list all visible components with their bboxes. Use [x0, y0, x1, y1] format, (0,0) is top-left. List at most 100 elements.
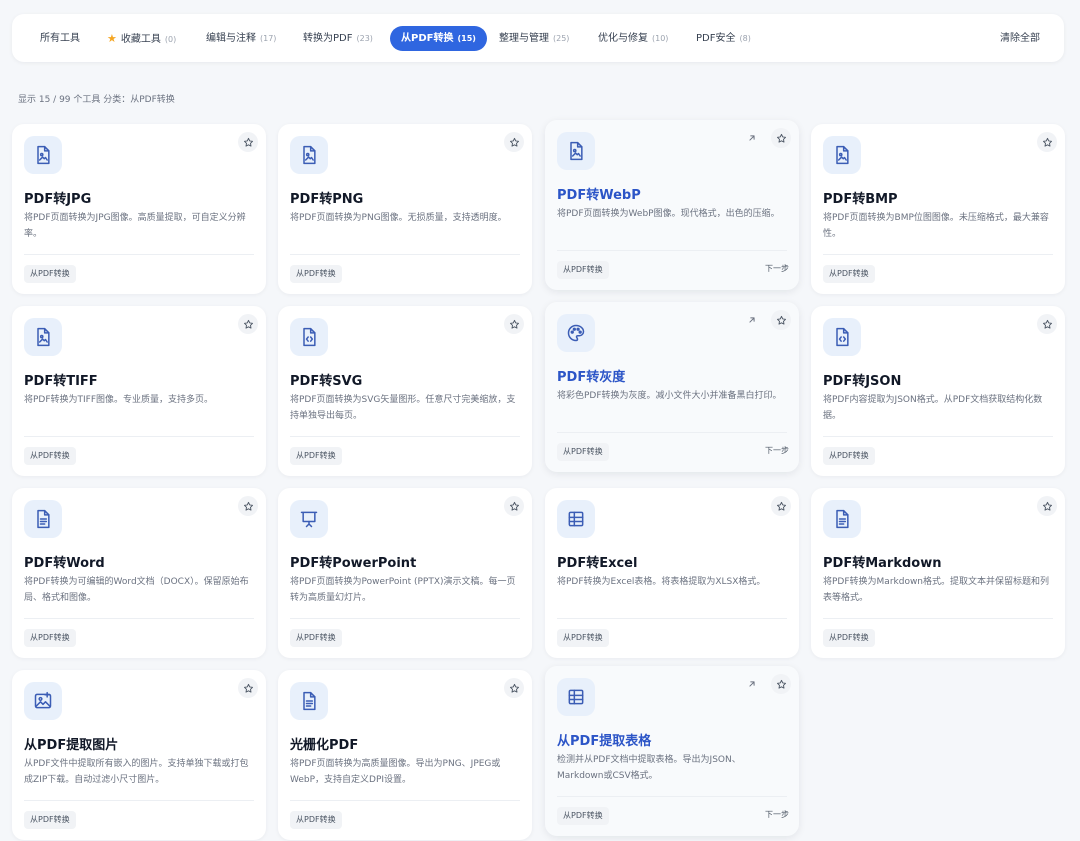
tool-card[interactable]: 光栅化PDF 将PDF页面转换为高质量图像。导出为PNG、JPEG或WebP，支持…: [278, 670, 532, 840]
file-text-icon: [24, 500, 62, 538]
file-code-icon: [823, 318, 861, 356]
table-icon: [557, 500, 595, 538]
favorite-star-icon[interactable]: [1037, 314, 1057, 334]
favorite-star-icon[interactable]: [771, 310, 791, 330]
tool-title: 从PDF提取表格: [557, 734, 652, 749]
tab-organize-manage[interactable]: 整理与管理 (25): [499, 26, 569, 51]
category-filter-bar: 所有工具 ★ 收藏工具 (0) 编辑与注释 (17) 转换为PDF (23) 从PDF转…: [12, 14, 1064, 62]
tool-description: 将PDF页面转换为PNG图像。无损质量，支持透明度。: [290, 213, 507, 223]
tab-count: (0): [164, 35, 177, 44]
favorite-star-icon[interactable]: [238, 314, 258, 334]
tool-card[interactable]: PDF转BMP 将PDF页面转换为BMP位图图像。未压缩格式，最大兼容性。 从PDF…: [811, 124, 1065, 294]
open-external-icon[interactable]: [745, 131, 759, 145]
favorite-star-icon[interactable]: [771, 128, 791, 148]
tool-title: PDF转TIFF: [24, 374, 98, 389]
card-divider: [290, 254, 520, 255]
file-image-icon: [557, 132, 595, 170]
card-divider: [557, 432, 787, 433]
tool-description: 检测并从PDF文档中提取表格。导出为JSON、Markdown或CSV格式。: [557, 755, 741, 781]
tool-title: PDF转JSON: [823, 374, 902, 389]
category-badge: 从PDF转换: [557, 443, 609, 461]
file-image-icon: [24, 318, 62, 356]
tab-count: (17): [260, 34, 277, 43]
next-step-link[interactable]: 下一步: [765, 809, 789, 820]
tool-title: PDF转灰度: [557, 370, 626, 385]
tool-card[interactable]: PDF转WebP 将PDF页面转换为WebP图像。现代格式，出色的压缩。 从PDF转…: [545, 120, 799, 290]
tool-card[interactable]: PDF转JPG 将PDF页面转换为JPG图像。高质量提取，可自定义分辨率。 从PDF…: [12, 124, 266, 294]
tool-description: 将PDF页面转换为WebP图像。现代格式，出色的压缩。: [557, 209, 780, 219]
tool-title: 光栅化PDF: [290, 738, 359, 753]
card-divider: [823, 254, 1053, 255]
tool-card[interactable]: PDF转SVG 将PDF页面转换为SVG矢量图形。任意尺寸完美缩放，支持单独导出每…: [278, 306, 532, 476]
favorite-star-icon[interactable]: [771, 674, 791, 694]
tool-title: PDF转SVG: [290, 374, 363, 389]
tool-card[interactable]: PDF转JSON 将PDF内容提取为JSON格式。从PDF文档获取结构化数据。从P…: [811, 306, 1065, 476]
card-divider: [823, 618, 1053, 619]
tool-description: 将彩色PDF转换为灰度。减小文件大小并准备黑白打印。: [557, 391, 782, 401]
tab-count: (25): [553, 34, 570, 43]
tool-card[interactable]: 从PDF提取表格检测并从PDF文档中提取表格。导出为JSON、Markdown或…: [545, 666, 799, 836]
favorite-star-icon[interactable]: [238, 678, 258, 698]
image-icon: [24, 682, 62, 720]
card-divider: [290, 800, 520, 801]
tool-title: 从PDF提取图片: [24, 738, 119, 753]
favorite-star-icon[interactable]: [238, 496, 258, 516]
favorite-star-icon[interactable]: [771, 496, 791, 516]
category-badge: 从PDF转换: [557, 261, 609, 279]
category-badge: 从PDF转换: [823, 265, 875, 283]
tool-card[interactable]: 从PDF提取图片 从PDF文件中提取所有嵌入的图片。支持单独下载或打包成ZIP下载…: [12, 670, 266, 840]
tab-favorites[interactable]: ★ 收藏工具 (0): [107, 26, 176, 51]
favorite-star-icon[interactable]: [238, 132, 258, 152]
favorite-star-icon[interactable]: [504, 678, 524, 698]
favorite-star-icon[interactable]: [1037, 132, 1057, 152]
tab-label: 从PDF转换: [401, 33, 454, 44]
card-divider: [557, 796, 787, 797]
category-badge: 从PDF转换: [24, 811, 76, 829]
tool-card[interactable]: PDF转灰度将彩色PDF转换为灰度。减小文件大小并准备黑白打印。从PDF转换 下一…: [545, 302, 799, 472]
card-divider: [557, 618, 787, 619]
card-divider: [24, 254, 254, 255]
favorite-star-icon[interactable]: [504, 496, 524, 516]
clear-all-button[interactable]: 清除全部: [1000, 26, 1040, 51]
category-badge: 从PDF转换: [24, 629, 76, 647]
tool-title: PDF转PowerPoint: [290, 556, 417, 571]
category-badge: 从PDF转换: [823, 629, 875, 647]
tab-all-tools[interactable]: 所有工具: [40, 26, 80, 51]
tool-card[interactable]: PDF转Word 将PDF转换为可编辑的Word文档（DOCX）。保留原始布局、格…: [12, 488, 266, 658]
tab-edit-annotate[interactable]: 编辑与注释 (17): [206, 26, 276, 51]
open-external-icon[interactable]: [745, 313, 759, 327]
favorite-star-icon[interactable]: [1037, 496, 1057, 516]
file-text-icon: [823, 500, 861, 538]
tool-card[interactable]: PDF转PowerPoint 将PDF页面转换为PowerPoint (PPTX)…: [278, 488, 532, 658]
palette-icon: [557, 314, 595, 352]
tab-pdf-security[interactable]: PDF安全 (8): [696, 26, 751, 51]
tool-card[interactable]: PDF转PNG 将PDF页面转换为PNG图像。无损质量，支持透明度。 从PDF转换: [278, 124, 532, 294]
favorite-star-icon[interactable]: [504, 132, 524, 152]
favorite-star-icon[interactable]: [504, 314, 524, 334]
file-image-icon: [24, 136, 62, 174]
card-divider: [290, 436, 520, 437]
tab-convert-from-pdf[interactable]: 从PDF转换 (15): [390, 26, 487, 51]
tool-card[interactable]: PDF转TIFF 将PDF转换为TIFF图像。专业质量，支持多页。 从PDF转换: [12, 306, 266, 476]
file-text-icon: [290, 682, 328, 720]
tool-description: 将PDF内容提取为JSON格式。从PDF文档获取结构化数据。: [823, 395, 1043, 421]
category-badge: 从PDF转换: [557, 807, 609, 825]
tab-label: 收藏工具: [120, 34, 161, 45]
open-external-icon[interactable]: [745, 677, 759, 691]
tool-description: 将PDF转换为可编辑的Word文档（DOCX）。保留原始布局、格式和图像。: [24, 577, 249, 603]
next-step-link[interactable]: 下一步: [765, 263, 789, 274]
tool-description: 将PDF转换为TIFF图像。专业质量，支持多页。: [24, 395, 214, 405]
next-step-link[interactable]: 下一步: [765, 445, 789, 456]
star-icon: ★: [107, 32, 117, 45]
category-badge: 从PDF转换: [823, 447, 875, 465]
results-summary: 显示 15 / 99 个工具 分类：从PDF转换: [18, 95, 175, 105]
tool-title: PDF转PNG: [290, 192, 364, 207]
card-divider: [823, 436, 1053, 437]
tab-optimize-repair[interactable]: 优化与修复 (10): [598, 26, 668, 51]
tab-count: (23): [356, 34, 373, 43]
tab-label: 优化与修复: [598, 33, 648, 44]
tool-card[interactable]: PDF转Markdown 将PDF转换为Markdown格式。提取文本并保留标题和…: [811, 488, 1065, 658]
tool-card[interactable]: PDF转Excel 将PDF转换为Excel表格。将表格提取为XLSX格式。 从PD…: [545, 488, 799, 658]
tab-convert-to-pdf[interactable]: 转换为PDF (23): [303, 26, 373, 51]
card-divider: [557, 250, 787, 251]
